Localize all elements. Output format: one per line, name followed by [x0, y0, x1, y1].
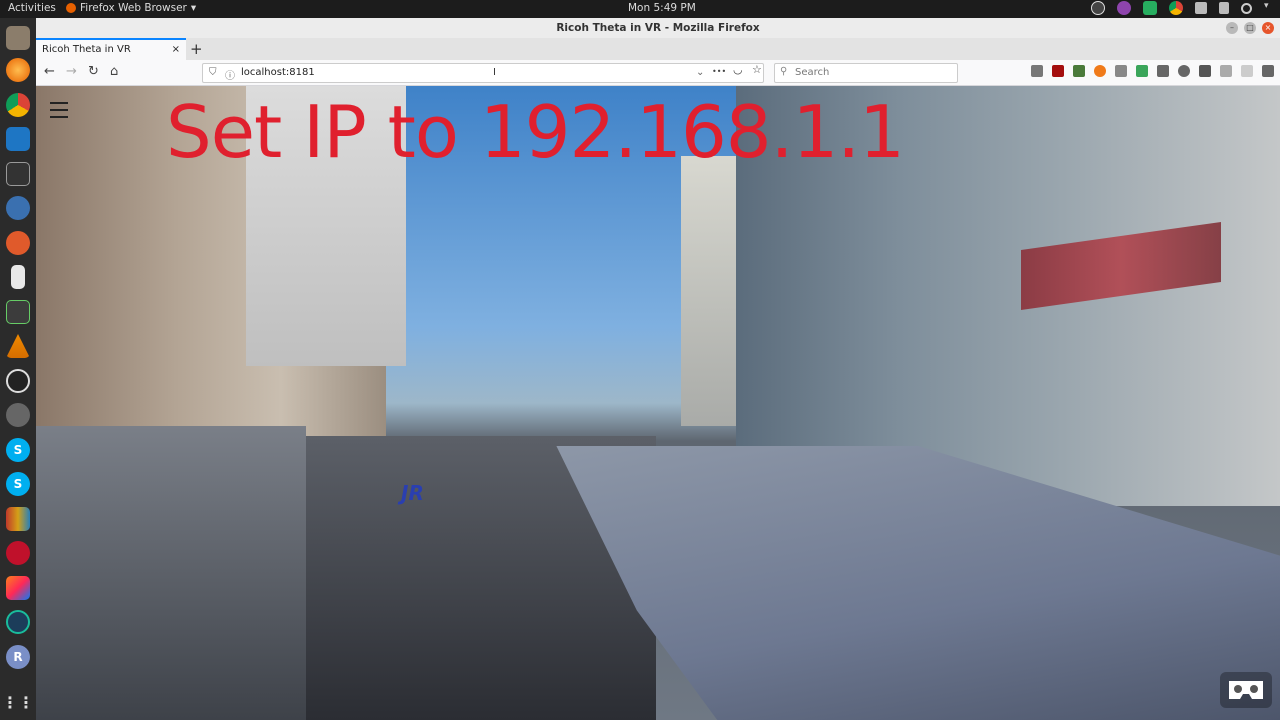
obs-icon[interactable]: [6, 369, 30, 393]
firefox-icon[interactable]: [6, 58, 30, 82]
vlc-icon[interactable]: [6, 334, 30, 358]
terminal-icon[interactable]: [6, 162, 30, 186]
app-icon[interactable]: [6, 196, 30, 220]
files-icon[interactable]: [6, 26, 30, 50]
books-icon[interactable]: [6, 507, 30, 531]
hamburger-menu-icon[interactable]: [50, 102, 68, 118]
new-tab-button[interactable]: +: [190, 40, 203, 58]
system-monitor-icon[interactable]: [6, 300, 30, 324]
app-menu-label: Firefox Web Browser: [80, 2, 187, 14]
skype-icon[interactable]: S: [6, 438, 30, 462]
search-icon: ⚲: [780, 66, 788, 77]
library-icon[interactable]: [1031, 65, 1043, 77]
pocket-icon[interactable]: ◡: [733, 63, 743, 76]
ublock-icon[interactable]: [1052, 65, 1064, 77]
text-cursor-icon: I: [493, 67, 496, 78]
extension-gray-icon[interactable]: [1241, 65, 1253, 77]
bookmark-star-icon[interactable]: ☆: [752, 63, 762, 76]
window-title: Ricoh Theta in VR - Mozilla Firefox: [556, 22, 760, 34]
tracking-shield-icon[interactable]: ⛉: [209, 67, 217, 78]
shield-tray-icon[interactable]: [1143, 1, 1157, 15]
page-actions-icon[interactable]: •••: [712, 67, 726, 76]
close-tab-icon[interactable]: ×: [172, 44, 180, 56]
menu-icon[interactable]: [1262, 65, 1274, 77]
notes-icon[interactable]: [1157, 65, 1169, 77]
extension-icon[interactable]: [1073, 65, 1085, 77]
tab-title: Ricoh Theta in VR: [42, 44, 131, 55]
download-icon[interactable]: [1199, 65, 1211, 77]
clock[interactable]: Mon 5:49 PM: [628, 2, 696, 14]
home-icon[interactable]: ⌂: [110, 64, 118, 79]
power-icon[interactable]: [1241, 2, 1252, 14]
title-bar: Ricoh Theta in VR - Mozilla Firefox – □ …: [36, 18, 1280, 38]
chevron-down-icon[interactable]: ▾: [1264, 1, 1272, 15]
url-bar[interactable]: ⛉ ⓘ localhost:8181 I ⌄: [202, 63, 764, 83]
search-input[interactable]: ⚲ Search: [774, 63, 958, 83]
dock: S S R ⋮⋮: [0, 18, 36, 720]
tab-bar: Ricoh Theta in VR × +: [36, 38, 1280, 60]
app-grid-icon[interactable]: ⋮⋮: [2, 690, 34, 714]
app-tray-icon[interactable]: [1117, 1, 1131, 15]
text-editor-icon[interactable]: [11, 265, 25, 289]
maximize-button[interactable]: □: [1244, 22, 1256, 34]
app-menu[interactable]: Firefox Web Browser ▾: [66, 2, 196, 14]
volume-icon[interactable]: [1219, 2, 1229, 14]
filter-icon[interactable]: [1220, 65, 1232, 77]
account-icon[interactable]: [1178, 65, 1190, 77]
vr-panorama-view[interactable]: JR Set IP to 192.168.1.1: [36, 86, 1280, 720]
r-icon[interactable]: R: [6, 645, 30, 669]
minimize-button[interactable]: –: [1226, 22, 1238, 34]
escalator: [36, 426, 306, 720]
toolbar-icons: [1031, 65, 1274, 77]
chevron-down-icon[interactable]: ⌄: [696, 67, 704, 78]
firefox-small-icon: [66, 3, 76, 13]
reader-icon[interactable]: [1115, 65, 1127, 77]
overlay-message: Set IP to 192.168.1.1: [166, 90, 905, 174]
reload-icon[interactable]: ↻: [88, 64, 99, 79]
extension-orange-icon[interactable]: [1094, 65, 1106, 77]
chrome-tray-icon[interactable]: [1169, 1, 1183, 15]
chrome-icon[interactable]: [6, 93, 30, 117]
skype2-icon[interactable]: S: [6, 472, 30, 496]
activities-button[interactable]: Activities: [8, 2, 56, 14]
jr-sign: JR: [401, 481, 424, 505]
app2-icon[interactable]: [6, 403, 30, 427]
tab-ricoh-theta[interactable]: Ricoh Theta in VR ×: [36, 38, 186, 60]
url-text: localhost:8181: [241, 67, 315, 78]
system-tray: ▾: [1091, 1, 1272, 15]
intellij-icon[interactable]: [6, 576, 30, 600]
nav-bar: ← → ↻ ⌂ ⛉ ⓘ localhost:8181 I ⌄ ••• ◡ ☆ ⚲…: [36, 60, 1280, 86]
top-bar: Activities Firefox Web Browser ▾ Mon 5:4…: [0, 0, 1280, 18]
vscode-icon[interactable]: [6, 127, 30, 151]
back-icon[interactable]: ←: [44, 64, 55, 79]
forward-icon[interactable]: →: [66, 64, 77, 79]
extension-green-icon[interactable]: [1136, 65, 1148, 77]
cherry-icon[interactable]: [6, 541, 30, 565]
close-window-button[interactable]: ×: [1262, 22, 1274, 34]
firefox-window: Ricoh Theta in VR - Mozilla Firefox – □ …: [36, 18, 1280, 720]
settings-icon[interactable]: [6, 231, 30, 255]
chevron-down-icon: ▾: [190, 2, 197, 14]
search-placeholder: Search: [795, 67, 830, 78]
obs-tray-icon[interactable]: [1091, 1, 1105, 15]
network-icon[interactable]: [1195, 2, 1207, 14]
vr-headset-icon[interactable]: [1220, 672, 1272, 708]
app3-icon[interactable]: [6, 610, 30, 634]
info-icon[interactable]: ⓘ: [225, 67, 235, 82]
